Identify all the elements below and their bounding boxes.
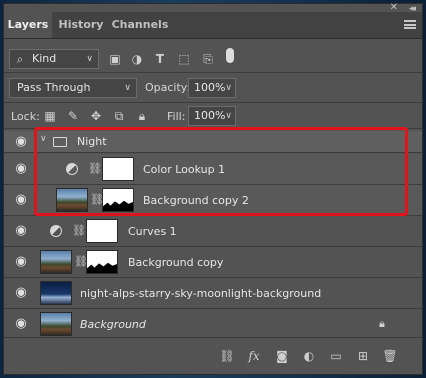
shape-filter-icon[interactable]: ⬚ bbox=[176, 51, 192, 67]
link-icon[interactable]: ⛓︎ bbox=[72, 224, 86, 237]
link-icon[interactable]: ⛓︎ bbox=[74, 255, 88, 268]
layer-thumbnail[interactable] bbox=[40, 312, 72, 336]
layer-name: Background bbox=[80, 318, 146, 331]
layers-panel: ◂◂ ✕ Layers History Channels ⌕ Kind ∨ ▣ … bbox=[3, 2, 423, 375]
visibility-eye-icon[interactable]: ◉ bbox=[14, 135, 28, 149]
lock-position-icon[interactable]: ✥ bbox=[88, 108, 104, 124]
tab-history[interactable]: History bbox=[54, 12, 108, 38]
layer-row-background-copy[interactable]: ◉ ⛓︎ Background copy bbox=[4, 247, 422, 278]
divider bbox=[4, 102, 422, 103]
layer-name: night-alps-starry-sky-moonlight-backgrou… bbox=[80, 287, 322, 300]
type-filter-icon[interactable]: T bbox=[152, 51, 168, 67]
blend-mode-dropdown[interactable]: Pass Through ∨ bbox=[9, 78, 137, 98]
filter-kind-label: Kind bbox=[32, 52, 57, 65]
filter-toggle-icon[interactable] bbox=[226, 48, 234, 63]
tab-bar: Layers History Channels bbox=[4, 12, 422, 39]
visibility-eye-icon[interactable]: ◉ bbox=[14, 317, 28, 331]
layer-name: Curves 1 bbox=[128, 225, 177, 238]
fill-field[interactable]: 100% ∨ bbox=[188, 106, 236, 126]
layer-name: Night bbox=[77, 135, 107, 148]
smart-object-filter-icon[interactable]: ⎘ bbox=[200, 51, 216, 67]
layer-thumbnail[interactable] bbox=[40, 281, 72, 305]
layer-row-background-copy-2[interactable]: ◉ ⛓︎ Background copy 2 bbox=[4, 185, 422, 216]
chevron-down-icon: ∨ bbox=[86, 54, 93, 64]
layer-mask-thumbnail[interactable] bbox=[102, 188, 134, 212]
lock-paint-icon[interactable]: ✎ bbox=[65, 108, 81, 124]
layer-row-curves[interactable]: ◉ ⛓︎ Curves 1 bbox=[4, 216, 422, 247]
lock-artboard-icon[interactable]: ⧉ bbox=[111, 108, 127, 124]
layer-thumbnail[interactable] bbox=[56, 188, 88, 212]
layer-row-night-alps[interactable]: ◉ night-alps-starry-sky-moonlight-backgr… bbox=[4, 278, 422, 309]
layer-thumbnail[interactable] bbox=[40, 250, 72, 274]
layer-row-night[interactable]: ◉ ∨ Night bbox=[4, 131, 422, 153]
layer-mask-thumbnail[interactable] bbox=[86, 219, 118, 243]
panel-menu-icon[interactable] bbox=[404, 20, 416, 29]
visibility-eye-icon[interactable]: ◉ bbox=[14, 193, 28, 207]
search-icon: ⌕ bbox=[16, 52, 24, 66]
visibility-eye-icon[interactable]: ◉ bbox=[14, 255, 28, 269]
layers-bottom-toolbar: ⛓︎ fx ◙ ◐ ▭ ⊞ 🗑︎ bbox=[4, 337, 422, 374]
layer-name: Color Lookup 1 bbox=[143, 163, 226, 176]
layer-row-color-lookup[interactable]: ◉ ⛓︎ Color Lookup 1 bbox=[4, 154, 422, 185]
fx-icon[interactable]: fx bbox=[246, 348, 262, 364]
link-icon[interactable]: ⛓︎ bbox=[90, 193, 104, 206]
visibility-eye-icon[interactable]: ◉ bbox=[14, 286, 28, 300]
blend-mode-value: Pass Through bbox=[17, 81, 91, 94]
chevron-down-icon: ∨ bbox=[225, 83, 232, 93]
divider bbox=[4, 72, 422, 73]
adjustment-layer-icon[interactable]: ◐ bbox=[301, 348, 317, 364]
link-icon[interactable]: ⛓︎ bbox=[88, 162, 102, 175]
adjustment-icon bbox=[66, 163, 78, 175]
opacity-label: Opacity: bbox=[145, 81, 191, 94]
trash-icon[interactable]: 🗑︎ bbox=[382, 348, 398, 364]
tab-layers[interactable]: Layers bbox=[4, 12, 52, 38]
fill-value: 100% bbox=[194, 109, 226, 122]
group-icon[interactable]: ▭ bbox=[328, 348, 344, 364]
filter-kind-dropdown[interactable]: ⌕ Kind ∨ bbox=[9, 49, 99, 69]
layer-mask-thumbnail[interactable] bbox=[86, 250, 118, 274]
lock-icon[interactable]: 🔒︎ bbox=[379, 317, 385, 331]
chevron-down-icon: ∨ bbox=[225, 111, 232, 121]
visibility-eye-icon[interactable]: ◉ bbox=[14, 224, 28, 238]
layer-name: Background copy bbox=[128, 256, 224, 269]
tab-channels[interactable]: Channels bbox=[108, 12, 172, 38]
chevron-down-icon: ∨ bbox=[124, 83, 131, 93]
image-filter-icon[interactable]: ▣ bbox=[107, 51, 123, 67]
lock-label: Lock: bbox=[11, 110, 40, 123]
link-icon[interactable]: ⛓︎ bbox=[219, 348, 235, 364]
layer-mask-thumbnail[interactable] bbox=[102, 157, 134, 181]
adjustment-icon bbox=[50, 225, 62, 237]
layer-row-background[interactable]: ◉ Background 🔒︎ bbox=[4, 309, 422, 340]
opacity-field[interactable]: 100% ∨ bbox=[188, 78, 236, 98]
lock-all-icon[interactable]: 🔒︎ bbox=[134, 108, 150, 124]
lock-transparent-icon[interactable]: ▦ bbox=[42, 108, 58, 124]
fill-label: Fill: bbox=[167, 110, 186, 123]
new-layer-icon[interactable]: ⊞ bbox=[355, 348, 371, 364]
layer-name: Background copy 2 bbox=[143, 194, 249, 207]
folder-icon bbox=[53, 137, 67, 147]
chevron-down-icon[interactable]: ∨ bbox=[40, 134, 47, 144]
opacity-value: 100% bbox=[194, 81, 226, 94]
adjustment-filter-icon[interactable]: ◑ bbox=[129, 51, 145, 67]
mask-icon[interactable]: ◙ bbox=[274, 348, 290, 364]
visibility-eye-icon[interactable]: ◉ bbox=[14, 162, 28, 176]
divider bbox=[4, 128, 422, 129]
